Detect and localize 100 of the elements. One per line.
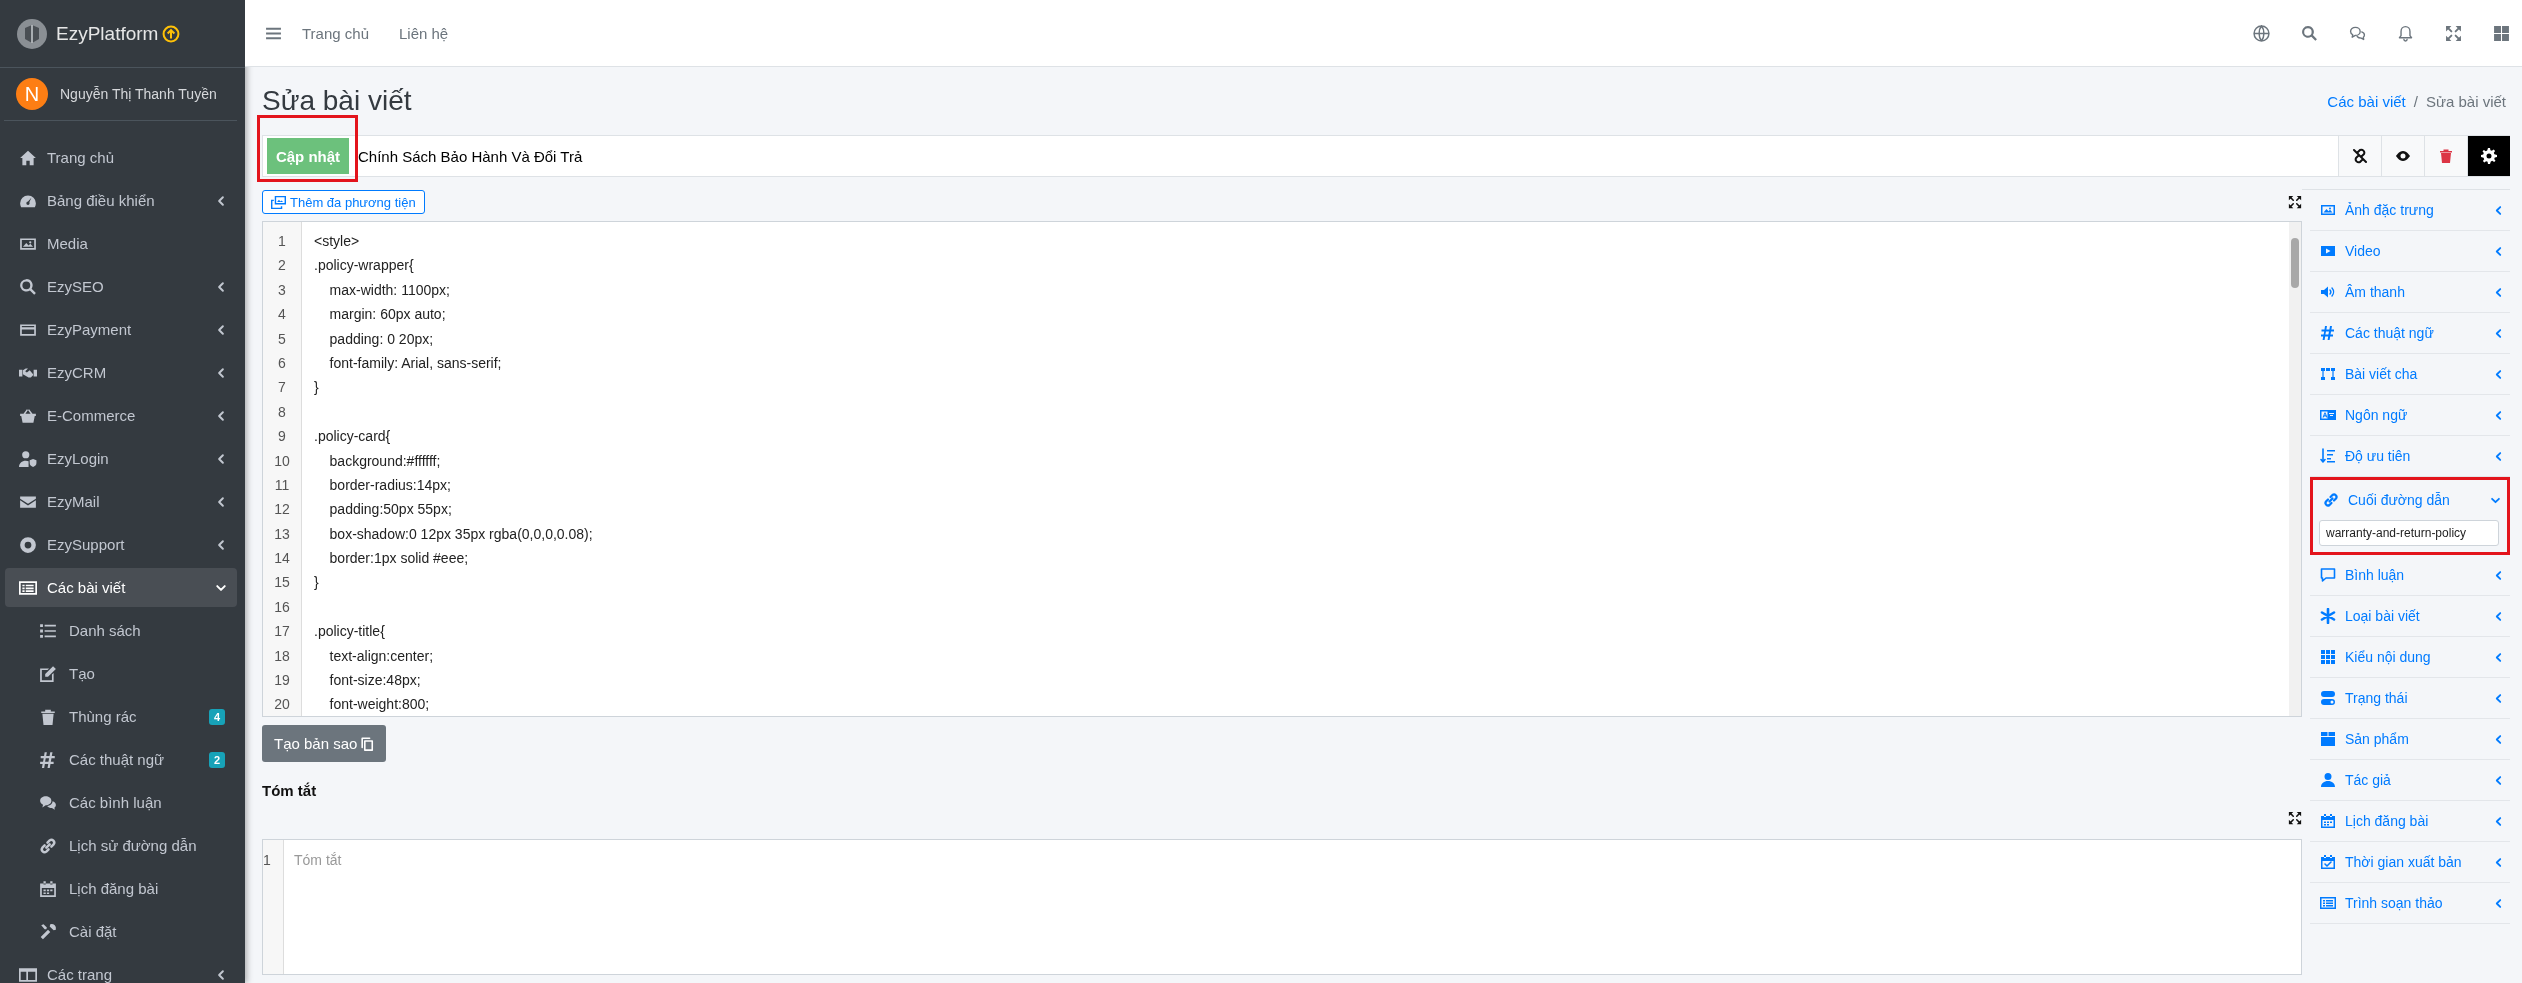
line-number: 10 — [273, 451, 291, 471]
code-line: <style> — [314, 233, 360, 249]
section-header[interactable]: Lịch đăng bài — [2310, 801, 2510, 841]
title-field[interactable]: Chính Sách Bảo Hành Và Đổi Trả — [352, 135, 2338, 177]
section-title: Âm thanh — [2345, 284, 2405, 300]
apps-grid-icon[interactable] — [2493, 24, 2510, 42]
section-header[interactable]: Video — [2310, 231, 2510, 271]
section-header[interactable]: Kiểu nội dung — [2310, 637, 2510, 677]
section-header[interactable]: Các thuật ngữ — [2310, 313, 2510, 353]
section-header[interactable]: Trạng thái — [2310, 678, 2510, 718]
submenu-item[interactable]: Cài đặt — [5, 912, 237, 951]
section-header[interactable]: Loại bài viết — [2310, 596, 2510, 636]
submenu-item[interactable]: Danh sách — [5, 611, 237, 650]
chat-icon[interactable] — [2349, 24, 2366, 42]
sidebar-item[interactable]: Bảng điều khiển — [5, 181, 237, 220]
sidebar-item[interactable]: EzyCRM — [5, 353, 237, 392]
asterisk-icon — [2320, 608, 2336, 624]
line-number: 6 — [277, 353, 287, 373]
brand-name[interactable]: EzyPlatform — [56, 22, 159, 45]
breadcrumb-separator: / — [2413, 92, 2418, 110]
code-line: padding:50px 55px; — [328, 501, 452, 518]
submenu-item[interactable]: Thùng rác 4 — [5, 697, 237, 736]
search-icon[interactable] — [2301, 24, 2318, 42]
submenu-label: Cài đặt — [69, 923, 117, 940]
globe-icon[interactable] — [2253, 24, 2270, 42]
sitemap-icon — [2320, 366, 2336, 382]
user-icon — [2320, 772, 2336, 788]
section-title: Trình soạn thảo — [2345, 895, 2443, 911]
submenu-item[interactable]: Các thuật ngữ 2 — [5, 740, 237, 779]
summary-editor[interactable]: 1 Tóm tắt — [262, 839, 2302, 975]
sidebar-item[interactable]: EzyMail — [5, 482, 237, 521]
summary-label: Tóm tắt — [262, 782, 318, 799]
page-title: Sửa bài viết — [262, 85, 412, 117]
user-name[interactable]: Nguyễn Thị Thanh Tuyền — [60, 86, 217, 102]
slug-field[interactable]: warranty-and-return-policy — [2319, 520, 2499, 546]
section-header[interactable]: Ảnh đặc trưng — [2310, 190, 2510, 230]
nav-link[interactable]: Trang chủ — [302, 24, 369, 42]
section-header[interactable]: Tác giả — [2310, 760, 2510, 800]
calendar-check-icon — [2320, 854, 2336, 870]
trash-icon — [2438, 148, 2454, 164]
section-header[interactable]: Âm thanh — [2310, 272, 2510, 312]
fullscreen-icon[interactable] — [2288, 195, 2302, 209]
list-icon — [2320, 895, 2336, 911]
code-line: .policy-wrapper{ — [314, 257, 414, 274]
copy-icon — [360, 736, 375, 751]
section-header[interactable]: Bình luận — [2310, 555, 2510, 595]
speaker-icon — [2320, 284, 2336, 300]
section-header[interactable]: Ngôn ngữ — [2310, 395, 2510, 435]
edit-icon — [39, 664, 57, 683]
code-line: font-size:48px; — [328, 672, 421, 689]
section-title: Lịch đăng bài — [2345, 813, 2429, 829]
sidebar-item[interactable]: EzyLogin — [5, 439, 237, 478]
nav-link[interactable]: Liên hệ — [399, 24, 449, 42]
settings-button[interactable] — [2467, 135, 2510, 177]
section-title: Loại bài viết — [2345, 608, 2420, 624]
calendar-icon — [2320, 813, 2336, 829]
upgrade-icon[interactable] — [162, 24, 181, 43]
preview-button[interactable] — [2381, 135, 2424, 177]
line-number: 11 — [273, 475, 291, 495]
add-media-button[interactable]: Thêm đa phương tiện — [262, 190, 425, 214]
section-header[interactable]: Cuối đường dẫn — [2313, 480, 2507, 520]
section-header[interactable]: Bài viết cha — [2310, 354, 2510, 394]
sidebar-item[interactable]: Media — [5, 224, 237, 263]
sidebar-item[interactable]: EzySupport — [5, 525, 237, 564]
line-number: 4 — [277, 305, 287, 325]
scrollbar[interactable] — [2289, 222, 2301, 716]
unlink-button[interactable] — [2338, 135, 2381, 177]
copy-button[interactable]: Tạo bản sao — [262, 725, 387, 762]
fullscreen-icon[interactable] — [2288, 811, 2302, 825]
submenu-item[interactable]: Tạo — [5, 654, 237, 693]
line-number: 1 — [263, 852, 271, 868]
sidebar-item[interactable]: Các bài viết — [5, 568, 237, 607]
code-line: background:#ffffff; — [328, 452, 441, 469]
section-header[interactable]: Trình soạn thảo — [2310, 883, 2510, 923]
submenu-label: Thùng rác — [69, 708, 137, 725]
sidebar-item[interactable]: EzySEO — [5, 267, 237, 306]
search-icon — [19, 277, 37, 296]
submenu-label: Danh sách — [69, 622, 141, 639]
video-icon — [2320, 243, 2336, 259]
section-header[interactable]: Độ ưu tiên — [2310, 436, 2510, 476]
breadcrumb-link[interactable]: Các bài viết — [2327, 92, 2406, 110]
sidebar-item[interactable]: E-Commerce — [5, 396, 237, 435]
code-line: text-align:center; — [328, 647, 434, 664]
section-header[interactable]: Thời gian xuất bản — [2310, 842, 2510, 882]
code-line: } — [314, 379, 319, 396]
bell-icon[interactable] — [2397, 24, 2414, 42]
sidebar-item[interactable]: Các trang — [5, 955, 237, 983]
section-header[interactable]: Sản phẩm — [2310, 719, 2510, 759]
delete-button[interactable] — [2424, 135, 2467, 177]
image-icon — [2320, 202, 2336, 218]
section-title: Độ ưu tiên — [2345, 448, 2411, 464]
count-badge: 4 — [208, 708, 225, 725]
submenu-item[interactable]: Các bình luận — [5, 783, 237, 822]
comment-icon — [2320, 567, 2336, 583]
gear-icon — [2481, 148, 2497, 164]
submenu-label: Lịch sử đường dẫn — [69, 837, 197, 854]
submenu-item[interactable]: Lịch đăng bài — [5, 869, 237, 908]
submenu-item[interactable]: Lịch sử đường dẫn — [5, 826, 237, 865]
sidebar-item[interactable]: EzyPayment — [5, 310, 237, 349]
sidebar-item[interactable]: Trang chủ — [5, 138, 237, 177]
